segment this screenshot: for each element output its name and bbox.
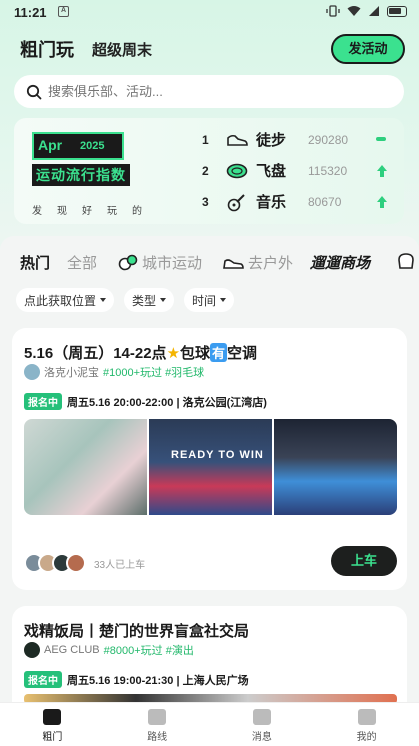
status-badge: 报名中 bbox=[24, 671, 62, 688]
category-tabs: 热门 全部 城市运动 去户外 遛遛商场 bbox=[20, 248, 419, 278]
status-badge: 报名中 bbox=[24, 393, 62, 410]
badge-date-box: Apr 2025 bbox=[32, 132, 124, 160]
battery-icon bbox=[387, 5, 407, 17]
type-filter[interactable]: 类型 bbox=[124, 288, 175, 312]
category-tab-hot[interactable]: 热门 bbox=[20, 252, 51, 275]
rank-score: 115320 bbox=[308, 163, 348, 178]
status-bar: 11:21 A bbox=[0, 0, 419, 24]
rank-row[interactable]: 1 徒步 290280 bbox=[202, 124, 394, 155]
badge-year: 2025 bbox=[80, 140, 105, 152]
participants: 33人已上车 bbox=[24, 553, 145, 573]
trend-flat-icon bbox=[376, 133, 388, 145]
bread-icon bbox=[398, 253, 414, 269]
participant-count: 33人已上车 bbox=[94, 559, 146, 571]
home-icon bbox=[43, 709, 62, 725]
event-title: 5.16（周五）14-22点★包球有空调 bbox=[24, 343, 258, 362]
event-photo[interactable] bbox=[24, 419, 147, 515]
caret-down-icon bbox=[160, 298, 167, 302]
rank-row[interactable]: 2 飞盘 115320 bbox=[202, 155, 394, 186]
event-card[interactable]: 戏精饭局丨楚门的世界盲盒社交局 AEG CLUB #8000+玩过 #演出 报名… bbox=[12, 606, 407, 706]
hiking-shoe-icon bbox=[224, 130, 250, 150]
event-photo[interactable]: READY TO WIN bbox=[149, 419, 272, 515]
sneaker-icon bbox=[223, 258, 244, 269]
event-info: 报名中 周五5.16 20:00-22:00 | 洛克公园(江湾店) bbox=[24, 393, 267, 410]
status-time: 11:21 bbox=[14, 5, 47, 20]
location-filter[interactable]: 点此获取位置 bbox=[16, 288, 115, 312]
category-tab-mall[interactable]: 遛遛商场 bbox=[310, 252, 370, 273]
profile-icon bbox=[357, 709, 376, 725]
tabbar-home[interactable]: 粗门 bbox=[0, 703, 105, 746]
photo-banner-text: READY TO WIN bbox=[171, 449, 264, 461]
sports-index-badge: Apr 2025 运动流行指数 bbox=[32, 132, 130, 190]
category-tab-all[interactable]: 全部 bbox=[67, 252, 97, 273]
join-button[interactable]: 上车 bbox=[331, 546, 397, 576]
rank-score: 80670 bbox=[308, 194, 342, 209]
event-tags: #1000+玩过 #羽毛球 bbox=[103, 367, 205, 379]
sports-index-card[interactable]: Apr 2025 运动流行指数 发现好玩的 1 徒步 290280 2 飞盘 1… bbox=[14, 118, 404, 224]
organizer-name[interactable]: AEG CLUB bbox=[44, 644, 100, 656]
badge-title: 运动流行指数 bbox=[32, 164, 130, 186]
rank-number: 3 bbox=[202, 194, 209, 209]
event-title: 戏精饭局丨楚门的世界盲盒社交局 bbox=[24, 623, 250, 640]
message-icon bbox=[252, 709, 271, 725]
event-meta: 洛克小泥宝 #1000+玩过 #羽毛球 bbox=[24, 364, 204, 380]
caret-down-icon bbox=[100, 298, 107, 302]
star-icon: ★ bbox=[166, 345, 181, 362]
tab-cumenwan[interactable]: 粗门玩 bbox=[18, 36, 76, 65]
tabbar-messages[interactable]: 消息 bbox=[210, 703, 315, 746]
category-tab-city-sports[interactable]: 城市运动 bbox=[118, 252, 202, 273]
event-time-location: 周五5.16 19:00-21:30 | 上海人民广场 bbox=[67, 674, 249, 687]
status-right bbox=[326, 5, 407, 17]
rank-number: 1 bbox=[202, 132, 209, 147]
filter-bar: 点此获取位置 类型 时间 bbox=[16, 288, 235, 312]
organizer-avatar bbox=[24, 642, 40, 658]
event-photo[interactable] bbox=[274, 419, 397, 515]
event-meta: AEG CLUB #8000+玩过 #演出 bbox=[24, 642, 194, 658]
category-tab-outdoor[interactable]: 去户外 bbox=[222, 252, 293, 273]
event-tags: #8000+玩过 #演出 bbox=[103, 645, 194, 657]
search-bar[interactable] bbox=[14, 75, 404, 108]
badge-subtitle: 发现好玩的 bbox=[32, 206, 157, 217]
event-photos[interactable]: READY TO WIN bbox=[24, 419, 397, 515]
organizer-avatar bbox=[24, 364, 40, 380]
trend-up-icon bbox=[376, 164, 388, 177]
sports-balls-icon bbox=[118, 254, 138, 270]
tab-super-weekend[interactable]: 超级周末 bbox=[92, 39, 152, 60]
rank-name: 音乐 bbox=[256, 194, 287, 211]
tabbar-route[interactable]: 路线 bbox=[105, 703, 210, 746]
route-icon bbox=[148, 709, 167, 725]
participant-avatar bbox=[66, 553, 86, 573]
trend-up-icon bbox=[376, 195, 388, 208]
bottom-tab-bar: 粗门 路线 消息 我的 bbox=[0, 702, 419, 746]
organizer-name[interactable]: 洛克小泥宝 bbox=[44, 364, 99, 380]
caret-down-icon bbox=[220, 298, 227, 302]
feed-section: 热门 全部 城市运动 去户外 遛遛商场 点此获取位置 类型 时间 5.16（周五… bbox=[0, 236, 419, 706]
category-tab-more[interactable] bbox=[396, 252, 416, 270]
create-activity-button[interactable]: 发活动 bbox=[331, 34, 405, 64]
wifi-icon bbox=[347, 6, 361, 16]
time-filter[interactable]: 时间 bbox=[184, 288, 235, 312]
frisbee-icon bbox=[224, 161, 250, 181]
event-info: 报名中 周五5.16 19:00-21:30 | 上海人民广场 bbox=[24, 671, 249, 688]
notification-icon: A bbox=[58, 6, 69, 17]
rank-name: 飞盘 bbox=[256, 163, 287, 180]
vibrate-icon bbox=[326, 5, 340, 17]
event-card[interactable]: 5.16（周五）14-22点★包球有空调 洛克小泥宝 #1000+玩过 #羽毛球… bbox=[12, 328, 407, 590]
top-header: 粗门玩 超级周末 发活动 bbox=[18, 34, 405, 65]
signal-icon bbox=[369, 6, 379, 16]
search-input[interactable] bbox=[48, 84, 348, 99]
search-icon bbox=[26, 84, 42, 99]
rank-number: 2 bbox=[202, 163, 209, 178]
badge-month: Apr bbox=[38, 137, 63, 153]
rank-row[interactable]: 3 音乐 80670 bbox=[202, 186, 394, 217]
guitar-icon bbox=[224, 192, 250, 212]
rank-score: 290280 bbox=[308, 132, 349, 147]
event-time-location: 周五5.16 20:00-22:00 | 洛克公园(江湾店) bbox=[67, 396, 267, 409]
tabbar-profile[interactable]: 我的 bbox=[314, 703, 419, 746]
rank-list: 1 徒步 290280 2 飞盘 115320 3 音乐 80670 bbox=[202, 124, 394, 217]
rank-name: 徒步 bbox=[256, 132, 287, 149]
